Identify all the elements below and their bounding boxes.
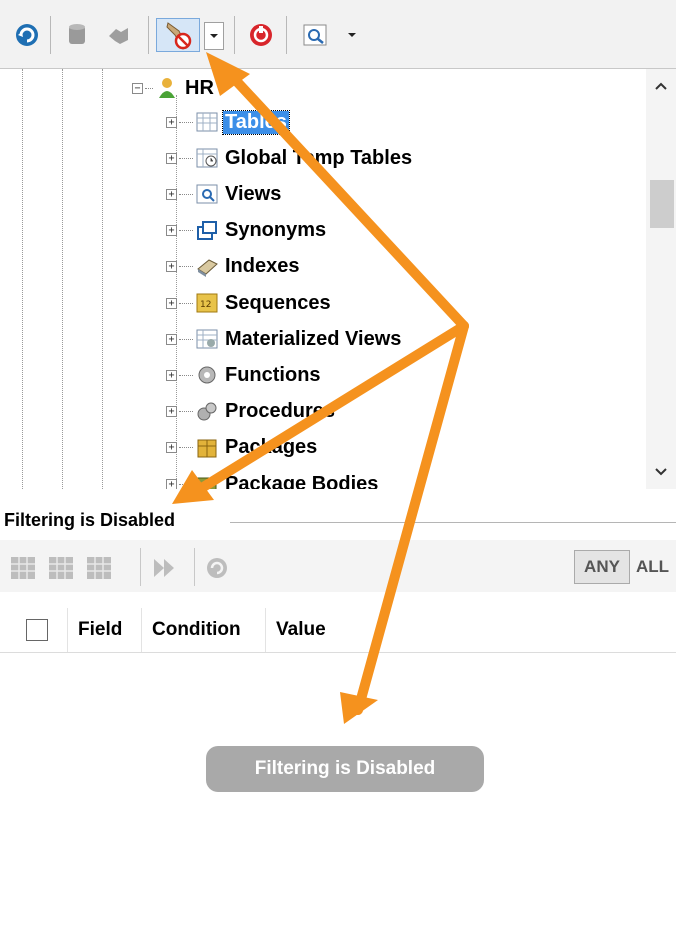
filter-disabled-icon[interactable] [156,18,200,52]
tree-node-label: Sequences [225,291,331,314]
arrowhead-icon [340,692,378,724]
tree-connector [179,157,193,159]
tree-guide-line [62,69,63,489]
remove-filter-icon[interactable] [86,556,112,580]
sequence-icon: 12 [195,291,219,315]
toolbar-separator [148,16,149,54]
tree-node-package-bodies[interactable]: + Package Bodies [166,469,380,489]
tree-connector [179,338,193,340]
dropdown-arrow-icon[interactable] [344,18,360,52]
filtering-disabled-message: Filtering is Disabled [206,746,484,792]
apply-filter-icon[interactable] [152,556,178,580]
tree-connector [179,447,193,449]
tree-node-indexes[interactable]: + Indexes [166,252,301,282]
tree-node-procedures[interactable]: + Procedures [166,397,337,427]
toolbar-separator [50,16,51,54]
tree-scrollbar[interactable] [646,69,676,489]
refresh-icon[interactable] [12,18,42,52]
connections-tree: − HR + Tables + Global Temp Tables + Views + Sy… [0,69,676,489]
collapse-icon[interactable]: − [132,82,143,94]
procedure-icon [195,400,219,424]
select-all-checkbox[interactable] [26,619,48,641]
synonym-icon [195,219,219,243]
toolbar-separator [286,16,287,54]
toolbar-separator [234,16,235,54]
user-schema-icon [155,76,179,100]
tree-node-label: Package Bodies [225,472,379,490]
filter-dropdown-button[interactable] [204,22,224,50]
column-header-field[interactable]: Field [68,608,142,652]
tree-connector [179,411,193,413]
scrollbar-thumb[interactable] [650,180,674,228]
column-header-condition[interactable]: Condition [142,608,266,652]
column-header-value[interactable]: Value [266,608,676,652]
tree-node-functions[interactable]: + Functions [166,360,323,390]
expand-icon[interactable]: + [166,369,177,381]
divider [230,522,676,523]
tree-node-label: Procedures [225,400,336,423]
package-icon [195,436,219,460]
expand-icon[interactable]: + [166,261,177,273]
database-icon[interactable] [62,18,92,52]
temp-table-icon [195,146,219,170]
tree-node-global-temp-tables[interactable]: + Global Temp Tables [166,143,414,173]
tree-node-synonyms[interactable]: + Synonyms [166,216,328,246]
svg-text:12: 12 [200,300,211,310]
tree-node-packages[interactable]: + Packages [166,433,319,463]
tree-node-label: Functions [225,363,321,386]
tree-node-schema[interactable]: − HR [132,73,216,103]
search-icon[interactable] [300,18,330,52]
tree-node-sequences[interactable]: +12 Sequences [166,288,333,318]
filter-panel-title: Filtering is Disabled [4,510,176,530]
function-icon [195,363,219,387]
tree-node-materialized-views[interactable]: + Materialized Views [166,324,403,354]
package-body-icon [195,472,219,489]
expand-icon[interactable]: + [166,152,177,164]
connect-icon[interactable] [104,18,134,52]
tree-node-label: Views [225,182,282,205]
tree-node-views[interactable]: + Views [166,179,283,209]
add-filter-icon[interactable] [10,556,36,580]
tree-connector [179,121,193,123]
tree-node-label: HR [185,76,214,99]
view-icon [195,182,219,206]
expand-icon[interactable]: + [166,297,177,309]
expand-icon[interactable]: + [166,116,177,128]
tree-connector [179,230,193,232]
match-all-button[interactable]: ALL [636,550,669,584]
expand-icon[interactable]: + [166,333,177,345]
match-any-button[interactable]: ANY [574,550,630,584]
tree-node-label: Packages [225,436,318,459]
tree-connector [179,302,193,304]
tree-connector [179,193,193,195]
scroll-up-icon[interactable] [654,81,668,91]
toolbar [0,0,676,69]
toolbar-separator [140,548,141,586]
tree-node-label: Indexes [225,255,300,278]
tree-node-label: Global Temp Tables [225,146,413,169]
toolbar-separator [194,548,195,586]
expand-icon[interactable]: + [166,188,177,200]
tree-node-tables[interactable]: + Tables [166,107,290,137]
tree-guide-line [22,69,23,489]
expand-icon[interactable]: + [166,478,177,489]
add-group-icon[interactable] [48,556,74,580]
tree-node-label: Tables [222,109,290,135]
tree-guide-line [102,69,103,489]
tree-node-label: Synonyms [225,219,327,242]
index-icon [195,255,219,279]
table-icon [195,110,219,134]
scroll-down-icon[interactable] [654,467,668,477]
stop-icon[interactable] [246,18,276,52]
tree-connector [179,374,193,376]
tree-connector [179,483,193,485]
tree-connector [179,266,193,268]
materialized-view-icon [195,327,219,351]
dropdown-arrow-icon [210,34,218,38]
expand-icon[interactable]: + [166,442,177,454]
refresh-filter-icon[interactable] [204,556,230,580]
expand-icon[interactable]: + [166,225,177,237]
expand-icon[interactable]: + [166,406,177,418]
tree-node-label: Materialized Views [225,327,402,350]
